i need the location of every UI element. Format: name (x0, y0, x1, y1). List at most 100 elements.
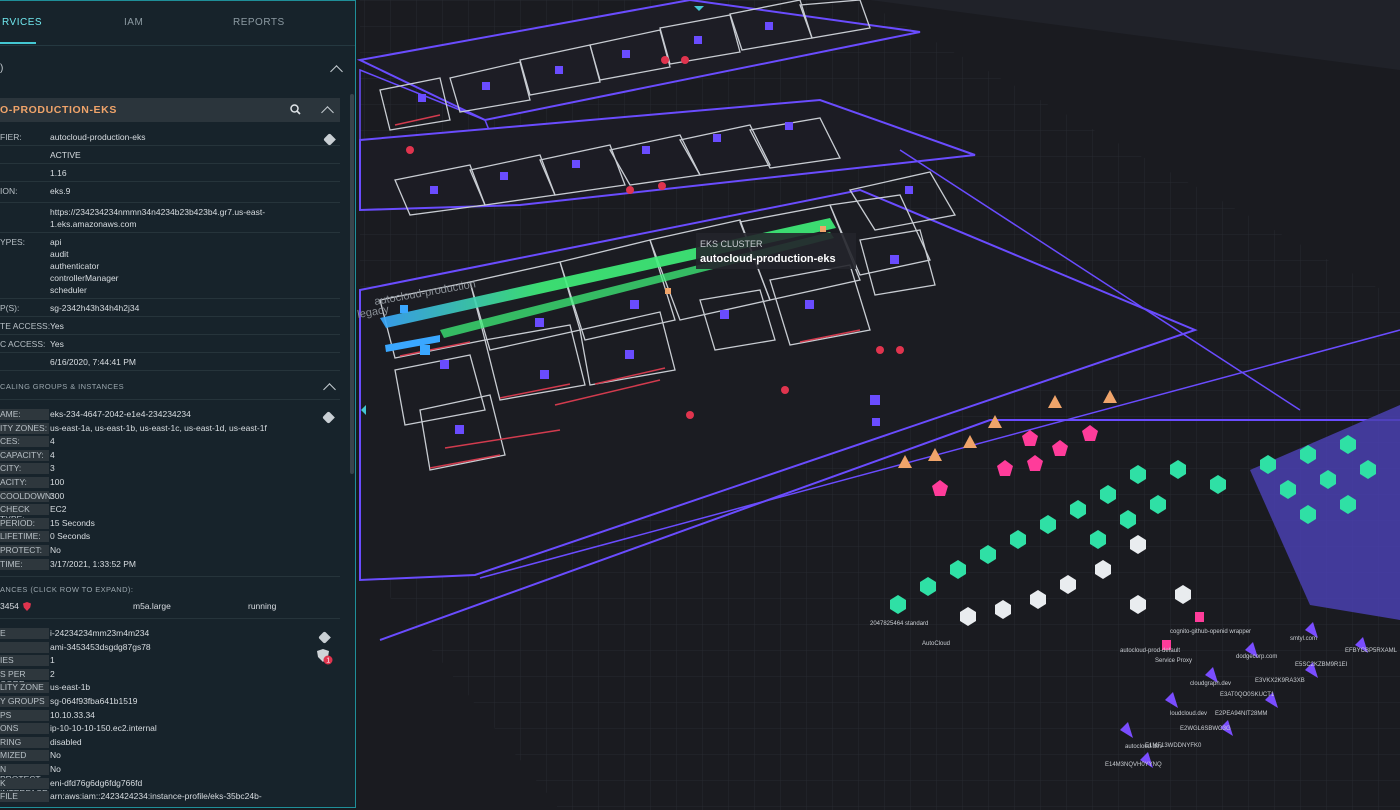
tab-services[interactable]: RVICES (2, 17, 42, 28)
tab-iam[interactable]: IAM (124, 17, 143, 28)
field-key: LITY ZONE (0, 682, 49, 694)
field-key: N PROTECT (0, 764, 49, 784)
field-key (0, 641, 49, 653)
field-key: E (0, 628, 49, 639)
field-key: ONS (0, 723, 49, 735)
alert-badge-icon[interactable]: 1 (317, 649, 333, 665)
chevron-up-icon[interactable] (323, 383, 336, 396)
tab-reports[interactable]: REPORTS (233, 17, 285, 28)
field-key: S PER CORE (0, 668, 49, 689)
instances-label: ANCES (CLICK ROW TO EXPAND): (0, 585, 134, 594)
field-value: ACTIVE (50, 150, 81, 160)
row-divider (0, 370, 340, 371)
field-value: 3/17/2021, 1:33:52 PM (50, 558, 137, 569)
autocloud-label: AutoCloud (922, 641, 950, 647)
field-value: controllerManager (50, 273, 119, 283)
field-value: us-east-1a, us-east-1b, us-east-1c, us-e… (50, 422, 267, 433)
field-value: Yes (50, 321, 64, 331)
field-value: sg-2342h43h34h4h2j34 (50, 303, 140, 313)
field-key: ION: (0, 186, 18, 196)
cloudfront-4: E3AT0QO0SKUCT1 (1220, 692, 1275, 698)
field-value: 1 (50, 655, 55, 666)
field-key: Y GROUPS (0, 696, 49, 707)
field-key: K INTERFACE (0, 777, 49, 798)
cloudfront-7: E1MF13WDDNYFK0 (1145, 743, 1202, 749)
field-value: eni-dfd76g6dg6fdg766fd (50, 777, 143, 788)
dodgecorp-label: dodgecorp.com (1236, 654, 1277, 660)
cluster-header-bar[interactable]: O-PRODUCTION-EKS (0, 98, 340, 122)
field-value: eks-234-4647-2042-e1e4-234234234 (50, 409, 191, 419)
field-value: 100 (50, 477, 65, 487)
field-key: TE ACCESS: (0, 321, 51, 331)
field-value: arn:aws:iam::2423424234:instance-profile… (50, 791, 262, 802)
details-panel: RVICES IAM REPORTS ) O-PRODUCTION-EKS FI… (0, 0, 356, 808)
eks-cluster-tooltip: EKS CLUSTER autocloud-production-eks (696, 233, 856, 269)
instance-row[interactable]: 3454 m5a.large running (0, 601, 340, 617)
loudcloud-label: loudcloud.dev (1170, 711, 1207, 717)
active-tab-indicator (0, 42, 36, 44)
service-proxy-label: Service Proxy (1155, 658, 1192, 664)
field-value: Yes (50, 339, 64, 349)
section-label: ) (0, 63, 4, 74)
field-value: 1.eks.amazonaws.com (50, 219, 137, 229)
tooltip-name: autocloud-production-eks (700, 253, 836, 265)
cluster-title: O-PRODUCTION-EKS (0, 104, 117, 116)
prod-default-label: autocloud-prod-default (1120, 648, 1180, 654)
smtyl-label: smtyl.com (1290, 636, 1317, 642)
field-value: audit (50, 249, 69, 259)
field-value: No (50, 545, 61, 555)
app-stage: autocloud-production legacy AutoCloud Se… (0, 0, 1400, 810)
field-key: CHECK TYPE: (0, 504, 49, 524)
field-value: ip-10-10-10-150.ec2.internal (50, 723, 157, 734)
field-value: autocloud-production-eks (50, 132, 146, 142)
field-key: PROTECT: (0, 545, 49, 556)
tag-icon[interactable] (318, 631, 331, 644)
row-divider (0, 145, 340, 146)
field-key: MIZED (0, 750, 49, 762)
search-icon[interactable] (290, 104, 301, 115)
field-key: AME: (0, 409, 49, 420)
field-value: i-24234234mm23m4m234 (50, 628, 150, 638)
field-value: No (50, 764, 61, 774)
row-divider (0, 181, 340, 182)
row-divider (0, 316, 340, 317)
field-key: PS (0, 709, 49, 721)
instance-type: m5a.large (133, 601, 171, 611)
field-key: CAPACITY: (0, 449, 49, 461)
field-value: EC2 (50, 504, 67, 515)
row-divider (0, 334, 340, 335)
field-value: 300 (50, 490, 65, 501)
field-value: api (50, 237, 62, 247)
chevron-up-icon[interactable] (321, 106, 334, 119)
field-key: TIME: (0, 558, 49, 570)
field-key: CITY: (0, 463, 49, 475)
field-value: disabled (50, 736, 82, 747)
cloudgraph-label: cloudgraph.dev (1190, 681, 1231, 687)
cloudfront-1: EFBYCBP5RXAML (1345, 648, 1398, 654)
tag-icon[interactable] (322, 411, 335, 424)
cloudfront-3: E3VKX2K9RA3XB (1255, 678, 1305, 684)
chevron-up-icon[interactable] (330, 65, 343, 78)
tooltip-kind: EKS CLUSTER (700, 239, 763, 249)
instance-id: 3454 (0, 601, 19, 611)
field-key: CES: (0, 436, 49, 448)
field-key: ITY ZONES: (0, 422, 49, 434)
wrapper-label: cognito-github-openid wrapper (1170, 629, 1251, 635)
field-key: LIFETIME: (0, 531, 49, 543)
field-value: 0 Seconds (50, 531, 91, 542)
field-key: P(S): (0, 303, 20, 313)
asg-section-label: CALING GROUPS & INSTANCES (0, 382, 125, 391)
tab-bar: RVICES IAM REPORTS (0, 1, 355, 46)
field-value: 4 (50, 449, 55, 460)
shield-icon (23, 602, 31, 611)
tag-icon[interactable] (323, 133, 336, 146)
field-key: YPES: (0, 237, 26, 247)
field-value: 4 (50, 436, 55, 447)
field-value: ami-3453453dsgdg87gs78 (50, 641, 151, 652)
field-value: 6/16/2020, 7:44:41 PM (50, 357, 137, 367)
panel-scrollbar[interactable] (350, 94, 354, 474)
field-value: No (50, 750, 61, 761)
field-value: us-east-1b (50, 682, 91, 693)
field-key: RING (0, 736, 49, 748)
field-key: COOLDOWN: (0, 490, 54, 502)
